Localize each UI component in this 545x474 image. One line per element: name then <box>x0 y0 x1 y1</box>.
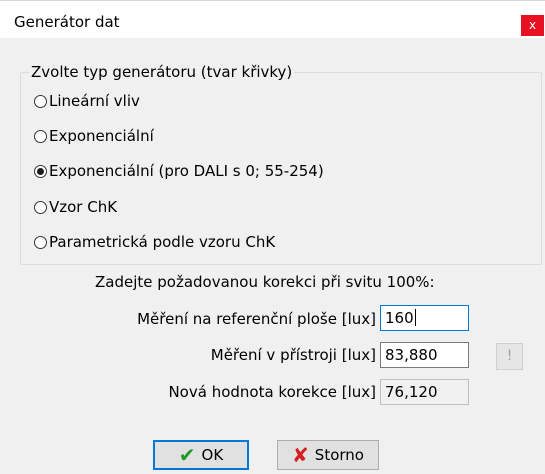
radio-label: Parametrická podle vzoru ChK <box>49 233 276 251</box>
close-button[interactable]: x <box>521 15 544 36</box>
new-value: 76,120 <box>385 383 438 401</box>
radio-exponential[interactable]: Exponenciální <box>34 125 154 147</box>
cancel-label: Storno <box>314 446 364 464</box>
device-value: 83,880 <box>385 346 438 364</box>
radio-circle[interactable] <box>34 129 47 143</box>
radio-circle[interactable] <box>34 200 47 214</box>
ok-button[interactable]: ✔ OK <box>153 440 249 470</box>
radio-chk-pattern[interactable]: Vzor ChK <box>34 196 117 218</box>
group-legend: Zvolte typ generátoru (tvar křivky) <box>31 63 293 81</box>
device-info-button[interactable]: ! <box>496 343 523 370</box>
radio-circle[interactable] <box>34 94 47 108</box>
reference-value: 160 <box>385 309 414 327</box>
title-bar: Generátor dat x <box>0 0 545 38</box>
cancel-button[interactable]: ✘ Storno <box>277 440 379 470</box>
correction-prompt: Zadejte požadovanou korekci při svitu 10… <box>95 273 435 291</box>
close-icon: x <box>528 18 537 32</box>
radio-circle[interactable] <box>34 164 47 178</box>
check-icon: ✔ <box>178 443 196 467</box>
ok-label: OK <box>201 446 224 464</box>
radio-exponential-dali[interactable]: Exponenciální (pro DALI s 0; 55-254) <box>34 160 324 182</box>
radio-circle[interactable] <box>34 235 47 249</box>
radio-linear[interactable]: Lineární vliv <box>34 90 140 112</box>
radio-label: Vzor ChK <box>49 198 118 216</box>
radio-label: Lineární vliv <box>49 92 140 110</box>
text-caret <box>414 309 416 326</box>
new-value-field: 76,120 <box>380 379 469 405</box>
window-title: Generátor dat <box>14 13 120 31</box>
reference-label: Měření na referenční ploše [lux] <box>137 310 376 328</box>
radio-label: Exponenciální <box>49 127 154 145</box>
exclamation-icon: ! <box>506 348 513 364</box>
reference-input[interactable]: 160 <box>380 305 469 331</box>
radio-label: Exponenciální (pro DALI s 0; 55-254) <box>49 162 324 180</box>
x-icon: ✘ <box>292 443 309 467</box>
new-value-label: Nová hodnota korekce [lux] <box>168 383 376 401</box>
radio-parametric-chk[interactable]: Parametrická podle vzoru ChK <box>34 231 275 253</box>
device-label: Měření v přístroji [lux] <box>210 346 376 364</box>
device-input[interactable]: 83,880 <box>380 342 469 368</box>
